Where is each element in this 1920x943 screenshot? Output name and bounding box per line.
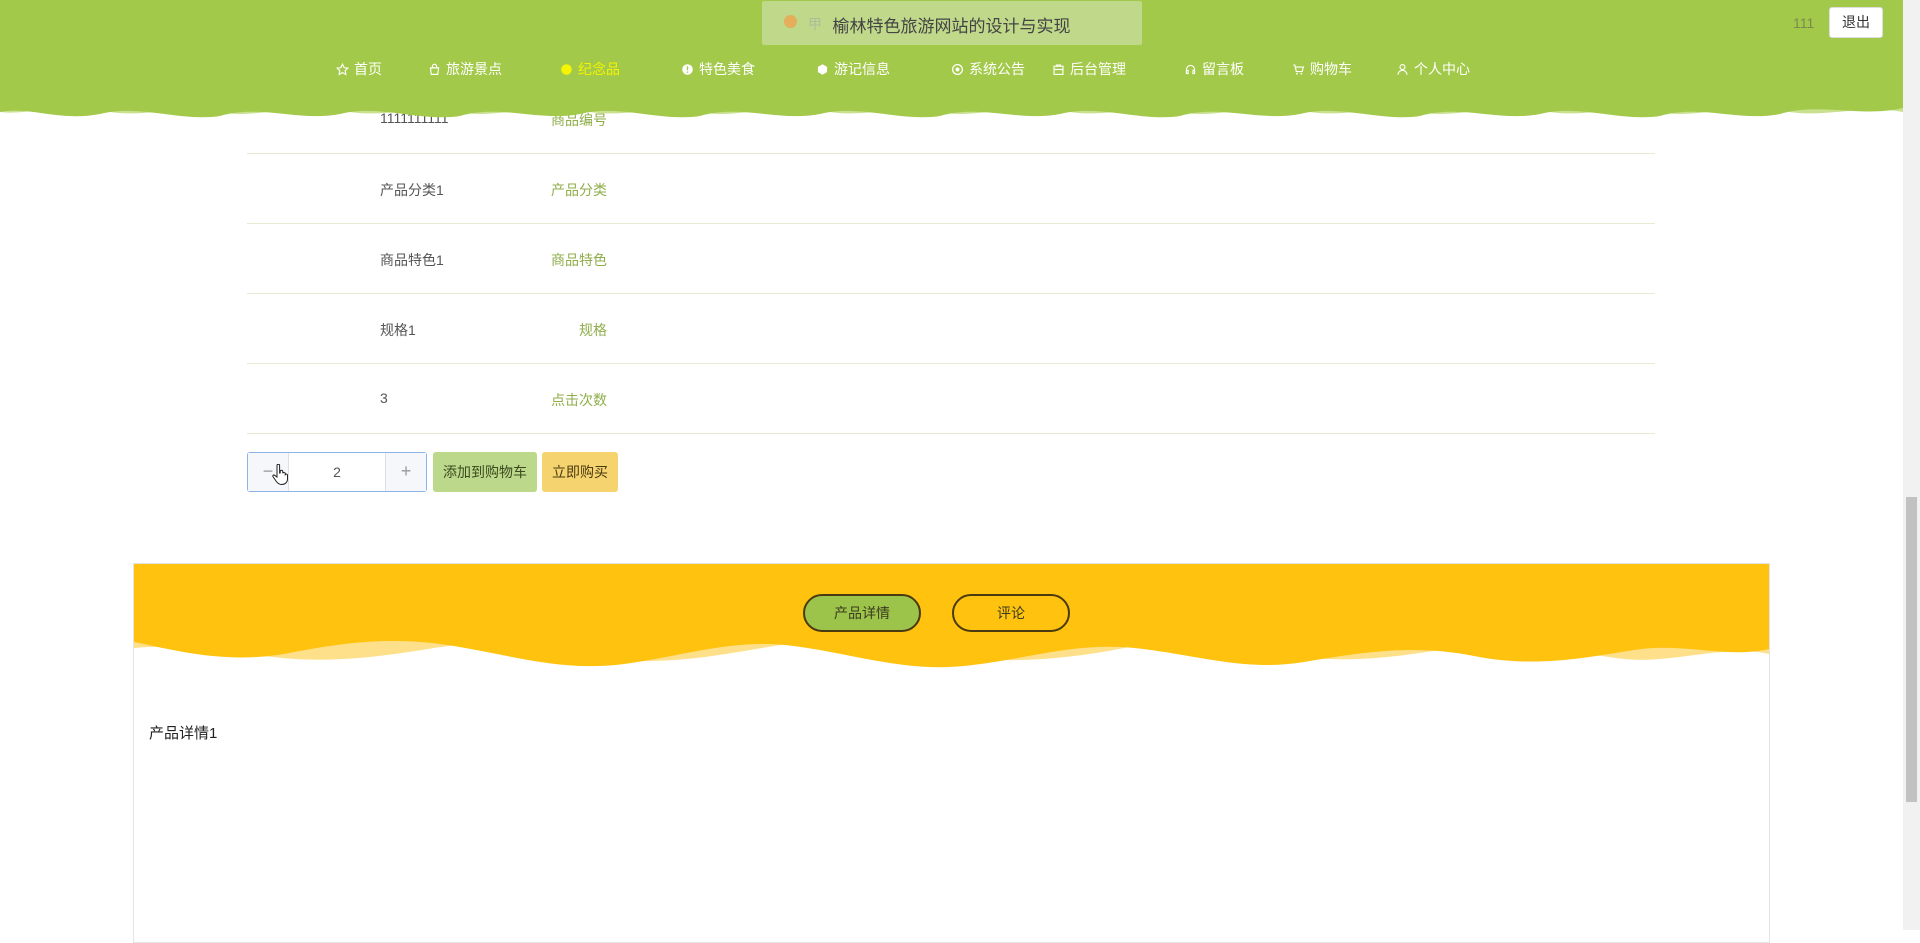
detail-row-clicks: 点击次数 3 bbox=[247, 363, 1655, 434]
nav-item-cart[interactable]: 购物车 bbox=[1292, 58, 1352, 80]
buy-now-button[interactable]: 立即购买 bbox=[542, 452, 618, 492]
increment-button[interactable]: + bbox=[385, 453, 426, 491]
detail-row-feature: 商品特色 商品特色1 bbox=[247, 223, 1655, 294]
nav-item-home[interactable]: 首页 bbox=[336, 58, 382, 80]
headset-icon bbox=[1184, 63, 1197, 76]
nav-label: 特色美食 bbox=[699, 61, 755, 77]
cart-icon bbox=[1292, 63, 1305, 76]
settings-icon bbox=[951, 63, 964, 76]
detail-label: 点击次数 bbox=[551, 392, 607, 408]
nav-label: 系统公告 bbox=[969, 61, 1025, 77]
circle-icon bbox=[560, 63, 573, 76]
site-header: 甲 榆林特色旅游网站的设计与实现 111 退出 首页 旅游景点 纪念品 特色美食… bbox=[0, 0, 1903, 122]
quantity-input[interactable]: 2 bbox=[288, 453, 386, 491]
detail-row-spec: 规格 规格1 bbox=[247, 293, 1655, 364]
nav-item-food[interactable]: 特色美食 bbox=[681, 58, 755, 80]
nav-item-travelogue[interactable]: 游记信息 bbox=[816, 58, 890, 80]
site-title: 榆林特色旅游网站的设计与实现 bbox=[832, 17, 1071, 36]
nav-label: 留言板 bbox=[1202, 61, 1244, 77]
nav-label: 个人中心 bbox=[1414, 61, 1470, 77]
detail-value: 商品特色1 bbox=[380, 252, 444, 268]
detail-value: 规格1 bbox=[380, 322, 416, 338]
detail-value: 产品分类1 bbox=[380, 182, 444, 198]
panel-wave bbox=[134, 564, 1769, 668]
user-name: 111 bbox=[1793, 15, 1815, 31]
nav-label: 旅游景点 bbox=[446, 61, 502, 77]
tab-comments[interactable]: 评论 bbox=[952, 594, 1070, 632]
nav-label: 纪念品 bbox=[578, 61, 620, 77]
product-detail-content: 产品详情1 bbox=[149, 725, 218, 742]
scrollbar-thumb[interactable] bbox=[1906, 497, 1917, 802]
product-tabs-panel: 产品详情 评论 产品详情1 bbox=[133, 563, 1770, 943]
user-icon bbox=[1396, 63, 1409, 76]
tab-product-detail[interactable]: 产品详情 bbox=[803, 594, 921, 632]
detail-label: 规格 bbox=[579, 322, 607, 338]
detail-row-category: 产品分类 产品分类1 bbox=[247, 153, 1655, 224]
box-icon bbox=[1052, 63, 1065, 76]
nav-item-message-board[interactable]: 留言板 bbox=[1184, 58, 1244, 80]
logout-button[interactable]: 退出 bbox=[1829, 7, 1883, 38]
nav-item-announcements[interactable]: 系统公告 bbox=[951, 58, 1025, 80]
detail-label: 商品特色 bbox=[551, 252, 607, 268]
nav-item-profile[interactable]: 个人中心 bbox=[1396, 58, 1470, 80]
detail-value: 3 bbox=[380, 390, 388, 406]
nav-label: 后台管理 bbox=[1070, 61, 1126, 77]
nav-label: 购物车 bbox=[1310, 61, 1352, 77]
hand-cursor-icon bbox=[272, 464, 288, 486]
add-to-cart-button[interactable]: 添加到购物车 bbox=[433, 452, 537, 492]
nav-item-admin[interactable]: 后台管理 bbox=[1052, 58, 1126, 80]
star-icon bbox=[336, 62, 349, 76]
detail-label: 产品分类 bbox=[551, 182, 607, 198]
hexagon-icon bbox=[816, 63, 829, 76]
main-nav: 首页 旅游景点 纪念品 特色美食 游记信息 系统公告 后台管理 留言板 购物车 … bbox=[336, 58, 1470, 80]
info-circle-icon bbox=[681, 63, 694, 76]
nav-label: 游记信息 bbox=[834, 61, 890, 77]
nav-item-souvenirs[interactable]: 纪念品 bbox=[560, 58, 620, 80]
bag-icon bbox=[428, 63, 441, 76]
page-scrollbar[interactable] bbox=[1903, 0, 1920, 930]
nav-item-attractions[interactable]: 旅游景点 bbox=[428, 58, 502, 80]
nav-label: 首页 bbox=[354, 61, 382, 77]
